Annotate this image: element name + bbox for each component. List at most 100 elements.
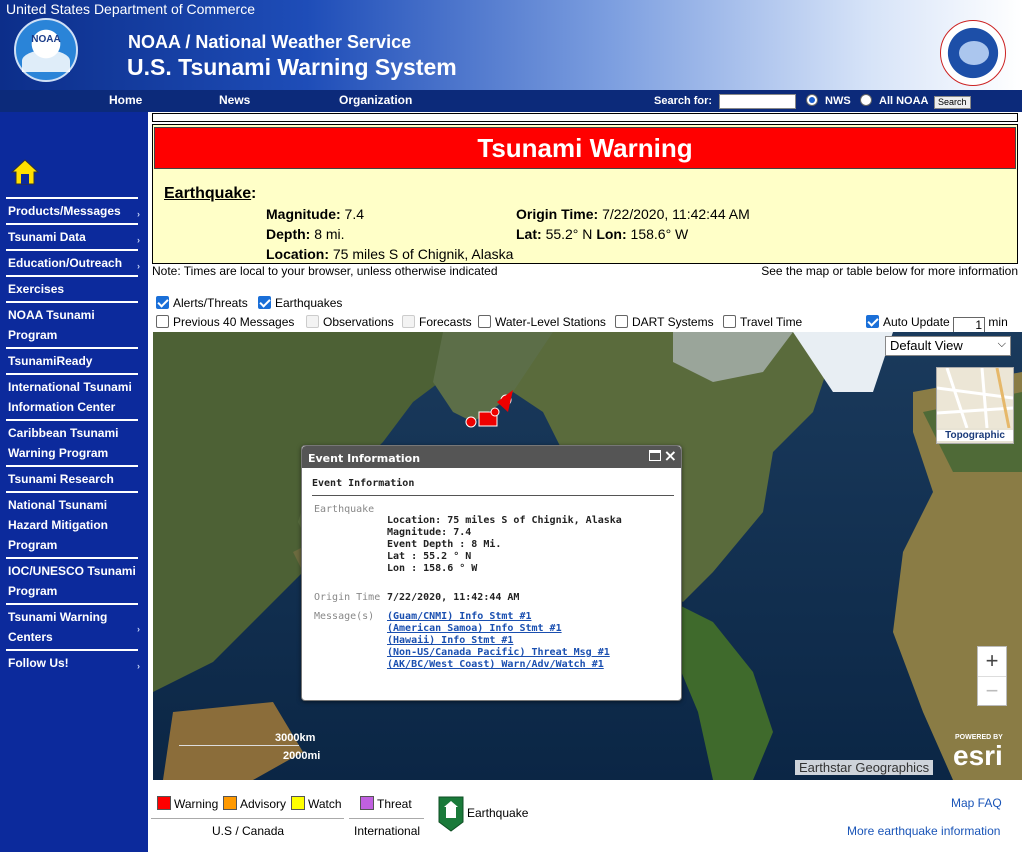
checkbox-disabled-icon [306,315,319,328]
legend-threat: Threat [360,796,412,811]
search-button[interactable]: Search [934,96,971,109]
sidebar-item-ioc-unesco[interactable]: IOC/UNESCO Tsunami Program [6,557,138,601]
popup-messages-label: Message(s) [314,611,375,622]
nav-news[interactable]: News [219,93,250,107]
legend-earthquake: Earthquake [467,806,529,820]
toggle-alerts[interactable]: Alerts/Threats [156,296,248,310]
checkbox-checked-icon[interactable] [866,315,879,328]
legend-advisory: Advisory [223,796,286,811]
toggle-earthquakes[interactable]: Earthquakes [258,296,342,310]
event-popup: Event Information × Event Information Ea… [301,445,682,701]
popup-divider [312,495,674,496]
legend-divider [151,818,344,819]
home-icon[interactable] [10,158,40,186]
sidebar-item-nthmp[interactable]: National Tsunami Hazard Mitigation Progr… [6,491,138,555]
earthquake-legend-icon [438,796,464,832]
checkbox-checked-icon[interactable] [258,296,271,309]
scale-line-km: 3000km [179,732,315,746]
sidebar-item-exercises[interactable]: Exercises [6,275,138,299]
sidebar-item-education[interactable]: Education/Outreach › [6,249,140,273]
toggle-auto-update[interactable]: Auto Update 1 min [866,315,1008,333]
sidebar-item-research[interactable]: Tsunami Research [6,465,138,489]
nws-logo[interactable] [940,20,1006,86]
time-note: Note: Times are local to your browser, u… [152,264,498,278]
legend-warning: Warning [157,796,218,811]
nav-organization[interactable]: Organization [339,93,412,107]
sidebar-item-label: International Tsunami Information Center [8,380,132,414]
close-icon[interactable]: × [664,448,677,464]
top-divider [152,113,1018,122]
scale-line-mi: 2000mi [283,750,321,762]
more-earthquake-info-link[interactable]: More earthquake information [847,824,1000,838]
basemap-toggle[interactable]: Topographic [936,367,1014,444]
agency-title: NOAA / National Weather Service [128,32,412,52]
toggle-dart[interactable]: DART Systems [615,315,714,329]
sidebar-item-label: Products/Messages [8,204,121,218]
message-link[interactable]: (AK/BC/West Coast) Warn/Adv/Watch #1 [387,659,604,670]
checkbox-icon[interactable] [723,315,736,328]
origin-field: Origin Time: 7/22/2020, 11:42:44 AM [516,206,750,222]
toggle-travel-time[interactable]: Travel Time [723,315,802,329]
map-view[interactable]: Default View ⌵ Topographic Event Informat… [153,332,1022,780]
popup-magnitude: Magnitude: 7.4 [387,527,472,538]
maximize-icon[interactable] [649,450,661,461]
checkbox-disabled-icon [402,315,415,328]
watch-swatch [291,796,305,810]
noaa-logo-text: NOAA [31,34,61,45]
chevron-right-icon: › [137,661,140,671]
popup-section-title: Event Information [312,478,415,489]
checkbox-icon[interactable] [478,315,491,328]
sidebar-item-warning-centers[interactable]: Tsunami Warning Centers › [6,603,140,647]
chevron-right-icon: › [137,235,140,245]
esri-logo[interactable]: POWERED BY esri [953,734,1003,772]
event-type-label: Earthquake [164,185,252,202]
sidebar-item-label: IOC/UNESCO Tsunami Program [8,564,136,598]
sidebar-item-noaa-program[interactable]: NOAA Tsunami Program [6,301,138,345]
radio-nws[interactable] [806,94,818,106]
warning-box: Tsunami Warning Earthquake: Magnitude: 7… [152,124,1018,264]
sidebar-item-caribbean[interactable]: Caribbean Tsunami Warning Program [6,419,138,463]
search-input[interactable] [719,94,796,109]
top-nav: Home News Organization Search for: NWS A… [0,90,1022,112]
auto-update-input[interactable]: 1 [953,317,986,333]
sidebar-item-tsunami-data[interactable]: Tsunami Data › [6,223,140,247]
sidebar-item-products[interactable]: Products/Messages › [6,197,140,221]
checkbox-checked-icon[interactable] [156,296,169,309]
latlon-field: Lat: 55.2° N Lon: 158.6° W [516,226,689,242]
sidebar-item-label: Follow Us! [8,656,69,670]
toggle-water-level[interactable]: Water-Level Stations [478,315,606,329]
popup-lon: Lon : 158.6 ° W [387,563,478,574]
nav-home[interactable]: Home [109,93,142,107]
noaa-logo[interactable]: NOAA [14,18,78,82]
radio-all-noaa-label: All NOAA [879,95,929,107]
chevron-right-icon: › [137,624,140,634]
basemap-thumbnail [936,367,1014,429]
depth-field: Depth: 8 mi. [266,226,345,242]
radio-all-noaa[interactable] [860,94,872,106]
message-link[interactable]: (Hawaii) Info Stmt #1 [387,635,513,646]
sidebar-item-label: NOAA Tsunami Program [8,308,95,342]
message-link[interactable]: (Guam/CNMI) Info Stmt #1 [387,611,532,622]
message-link[interactable]: (American Samoa) Info Stmt #1 [387,623,562,634]
site-header: United States Department of Commerce NOA… [0,0,1022,90]
map-faq-link[interactable]: Map FAQ [951,796,1002,810]
checkbox-icon[interactable] [615,315,628,328]
wave-icon [22,50,70,72]
sidebar-item-label: Education/Outreach [8,256,123,270]
chevron-right-icon: › [137,209,140,219]
popup-depth: Event Depth : 8 Mi. [387,539,502,550]
sidebar-item-label: Exercises [8,282,65,296]
zoom-in-button[interactable]: + [978,647,1006,676]
checkbox-icon[interactable] [156,315,169,328]
sidebar-item-follow-us[interactable]: Follow Us! › [6,649,140,673]
legend-watch: Watch [291,796,342,811]
message-link[interactable]: (Non-US/Canada Pacific) Threat Msg #1 [387,647,610,658]
sidebar-item-tsunamiready[interactable]: TsunamiReady [6,347,138,371]
popup-origin: 7/22/2020, 11:42:44 AM [387,592,520,603]
toggle-observations: Observations [306,315,394,329]
zoom-out-button[interactable]: − [978,676,1006,705]
location-field: Location: 75 miles S of Chignik, Alaska [266,246,514,262]
toggle-previous-messages[interactable]: Previous 40 Messages [156,315,294,329]
view-select[interactable]: Default View ⌵ [885,336,1011,356]
sidebar-item-itic[interactable]: International Tsunami Information Center [6,373,138,417]
